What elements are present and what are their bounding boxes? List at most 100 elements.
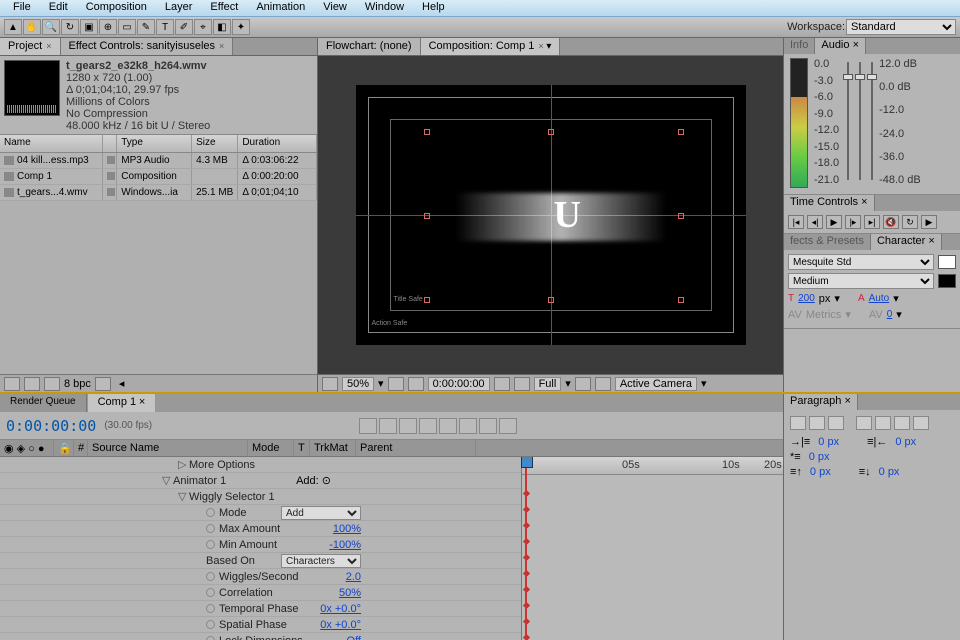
trash-icon[interactable] [95, 377, 111, 391]
rotate-tool[interactable]: ↻ [61, 19, 79, 35]
last-frame-icon[interactable]: ▸| [864, 215, 880, 229]
indent-left[interactable]: 0 px [818, 436, 839, 448]
clone-tool[interactable]: ⌖ [194, 19, 212, 35]
pen-tool[interactable]: ✎ [137, 19, 155, 35]
timeline-property-row[interactable]: ▽Wiggly Selector 1 [0, 489, 521, 505]
timeline-property-row[interactable]: Lock DimensionsOff [0, 633, 521, 640]
safe-icon[interactable] [388, 377, 404, 391]
time-ruler[interactable]: 05s 10s 20s [522, 457, 783, 475]
timeline-property-row[interactable]: ▽Animator 1Add: ⊙ [0, 473, 521, 489]
space-after[interactable]: 0 px [879, 466, 900, 478]
tl-tool-7[interactable] [479, 418, 497, 434]
tl-tool-6[interactable] [459, 418, 477, 434]
tl-tool-5[interactable] [439, 418, 457, 434]
info-tab[interactable]: Info [784, 38, 815, 54]
play-icon[interactable]: ▶ [826, 215, 842, 229]
timeline-property-row[interactable]: Based OnCharacters [0, 553, 521, 569]
anchor-tool[interactable]: ⊕ [99, 19, 117, 35]
render-queue-tab[interactable]: Render Queue [0, 394, 87, 412]
mask-icon[interactable] [408, 377, 424, 391]
first-frame-icon[interactable]: |◂ [788, 215, 804, 229]
close-icon[interactable]: × [538, 41, 543, 51]
justify-center-icon[interactable] [875, 416, 891, 430]
camera-tool[interactable]: ▣ [80, 19, 98, 35]
current-time-indicator[interactable] [525, 457, 527, 640]
shape-tool[interactable]: ▭ [118, 19, 136, 35]
audio-tab[interactable]: Audio × [815, 38, 866, 54]
eraser-tool[interactable]: ◧ [213, 19, 231, 35]
align-right-icon[interactable] [828, 416, 844, 430]
effects-presets-tab[interactable]: fects & Presets [784, 234, 871, 250]
comp-icon[interactable] [44, 377, 60, 391]
align-left-icon[interactable] [790, 416, 806, 430]
menu-layer[interactable]: Layer [156, 0, 202, 16]
flowchart-tab[interactable]: Flowchart: (none) [318, 38, 421, 55]
font-weight-select[interactable]: Medium [788, 273, 934, 289]
timeline-property-row[interactable]: Min Amount-100% [0, 537, 521, 553]
bpc-label[interactable]: 8 bpc [64, 378, 91, 390]
ram-preview-icon[interactable]: ▶ [921, 215, 937, 229]
justify-left-icon[interactable] [856, 416, 872, 430]
tracking-value[interactable]: 0 [887, 309, 893, 320]
resolution-select[interactable]: Full [534, 377, 562, 391]
font-family-select[interactable]: Mesquite Std [788, 254, 934, 270]
menu-view[interactable]: View [314, 0, 356, 16]
mute-icon[interactable]: 🔇 [883, 215, 899, 229]
close-icon[interactable]: × [219, 41, 224, 51]
project-tab[interactable]: Project× [0, 38, 61, 55]
justify-right-icon[interactable] [894, 416, 910, 430]
tl-tool-8[interactable] [499, 418, 517, 434]
project-item[interactable]: Comp 1CompositionΔ 0:00:20:00 [0, 169, 317, 185]
tl-tool-3[interactable] [399, 418, 417, 434]
timeline-property-row[interactable]: ModeAdd [0, 505, 521, 521]
indent-first[interactable]: 0 px [809, 451, 830, 463]
current-time[interactable]: 0:00:00:00 [6, 417, 96, 435]
composition-tab[interactable]: Composition: Comp 1× ▾ [421, 38, 561, 55]
loop-icon[interactable]: ↻ [902, 215, 918, 229]
composition-viewer[interactable]: Title Safe Action Safe U [318, 56, 783, 374]
font-size-value[interactable]: 200 [798, 293, 815, 304]
justify-all-icon[interactable] [913, 416, 929, 430]
col-name[interactable]: Name [0, 135, 103, 152]
timeline-property-row[interactable]: Correlation50% [0, 585, 521, 601]
camera-select[interactable]: Active Camera [615, 377, 697, 391]
tl-tool-2[interactable] [379, 418, 397, 434]
interpret-icon[interactable] [4, 377, 20, 391]
col-type[interactable]: Type [117, 135, 192, 152]
grid-icon[interactable] [322, 377, 338, 391]
close-icon[interactable]: × [46, 41, 51, 51]
menu-window[interactable]: Window [356, 0, 413, 16]
prev-frame-icon[interactable]: ◂| [807, 215, 823, 229]
timeline-property-row[interactable]: Spatial Phase0x +0.0° [0, 617, 521, 633]
audio-slider-l[interactable] [847, 62, 849, 180]
transparency-icon[interactable] [595, 377, 611, 391]
effect-controls-tab[interactable]: Effect Controls: sanityisuseles× [61, 38, 234, 55]
leading-value[interactable]: Auto [869, 293, 890, 304]
menu-edit[interactable]: Edit [40, 0, 77, 16]
menu-composition[interactable]: Composition [77, 0, 156, 16]
selection-tool[interactable]: ▲ [4, 19, 22, 35]
next-frame-icon[interactable]: |▸ [845, 215, 861, 229]
channel-icon[interactable] [514, 377, 530, 391]
folder-icon[interactable] [24, 377, 40, 391]
time-display[interactable]: 0:00:00:00 [428, 377, 490, 391]
brush-tool[interactable]: ✐ [175, 19, 193, 35]
timeline-property-row[interactable]: Temporal Phase0x +0.0° [0, 601, 521, 617]
hand-tool[interactable]: ✋ [23, 19, 41, 35]
indent-right[interactable]: 0 px [895, 436, 916, 448]
time-controls-tab[interactable]: Time Controls × [784, 195, 875, 211]
fill-swatch[interactable] [938, 255, 956, 269]
audio-slider-m[interactable] [871, 62, 873, 180]
timeline-property-row[interactable]: Wiggles/Second2.0 [0, 569, 521, 585]
character-tab[interactable]: Character × [871, 234, 942, 250]
menu-file[interactable]: File [4, 0, 40, 16]
source-name-col[interactable]: Source Name [88, 440, 248, 456]
timeline-graph[interactable]: 05s 10s 20s [521, 457, 783, 640]
roi-icon[interactable] [575, 377, 591, 391]
paragraph-tab[interactable]: Paragraph × [784, 394, 858, 410]
space-before[interactable]: 0 px [810, 466, 831, 478]
align-center-icon[interactable] [809, 416, 825, 430]
comp-timeline-tab[interactable]: Comp 1 × [87, 392, 157, 412]
stroke-swatch[interactable] [938, 274, 956, 288]
zoom-select[interactable]: 50% [342, 377, 374, 391]
